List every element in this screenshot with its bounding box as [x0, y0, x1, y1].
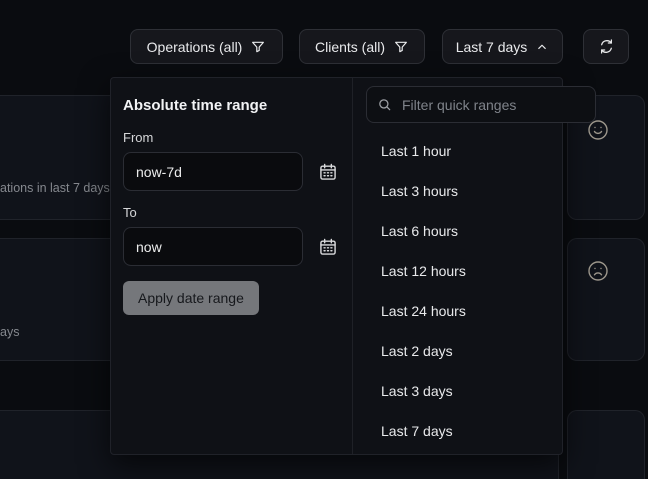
time-range-picker-button[interactable]: Last 7 days	[442, 29, 563, 64]
quick-range-option[interactable]: Last 7 days	[366, 411, 596, 451]
refresh-icon	[598, 38, 615, 55]
quick-ranges-search-box	[366, 86, 596, 123]
quick-range-option[interactable]: Last 24 hours	[366, 291, 596, 331]
quick-ranges-filter-input[interactable]	[400, 96, 585, 114]
search-icon	[377, 97, 392, 112]
quick-range-option[interactable]: Last 2 days	[366, 331, 596, 371]
operations-filter-label: Operations (all)	[147, 39, 243, 55]
chevron-up-icon	[535, 40, 549, 54]
absolute-time-range-section: Absolute time range From To	[111, 78, 353, 454]
quick-range-option[interactable]: Last 3 hours	[366, 171, 596, 211]
to-calendar-button[interactable]	[318, 237, 338, 257]
quick-range-option[interactable]: Last 3 days	[366, 371, 596, 411]
time-range-picker-dropdown: Absolute time range From To	[110, 77, 563, 455]
panel-subtitle: ations in last 7 days	[0, 181, 110, 195]
funnel-icon	[393, 39, 409, 55]
operations-filter-button[interactable]: Operations (all)	[130, 29, 283, 64]
quick-ranges-list: Last 1 hourLast 3 hoursLast 6 hoursLast …	[366, 131, 596, 451]
from-input[interactable]	[123, 152, 303, 191]
time-range-label: Last 7 days	[456, 39, 528, 55]
clients-filter-label: Clients (all)	[315, 39, 385, 55]
quick-range-option[interactable]: Last 6 hours	[366, 211, 596, 251]
quick-range-option[interactable]: Last 1 hour	[366, 131, 596, 171]
quick-ranges-section: Last 1 hourLast 3 hoursLast 6 hoursLast …	[353, 78, 603, 454]
calendar-icon	[318, 162, 338, 182]
to-label: To	[123, 205, 340, 220]
to-input[interactable]	[123, 227, 303, 266]
from-calendar-button[interactable]	[318, 162, 338, 182]
panel-subtitle: ays	[0, 325, 19, 339]
funnel-icon	[250, 39, 266, 55]
apply-date-range-button[interactable]: Apply date range	[123, 281, 259, 315]
grafana-dashboard-screen: ations in last 7 days ays Operations (al…	[0, 0, 648, 479]
refresh-button[interactable]	[583, 29, 629, 64]
calendar-icon	[318, 237, 338, 257]
clients-filter-button[interactable]: Clients (all)	[299, 29, 425, 64]
from-label: From	[123, 130, 340, 145]
quick-range-option[interactable]: Last 12 hours	[366, 251, 596, 291]
absolute-time-range-title: Absolute time range	[123, 97, 340, 114]
